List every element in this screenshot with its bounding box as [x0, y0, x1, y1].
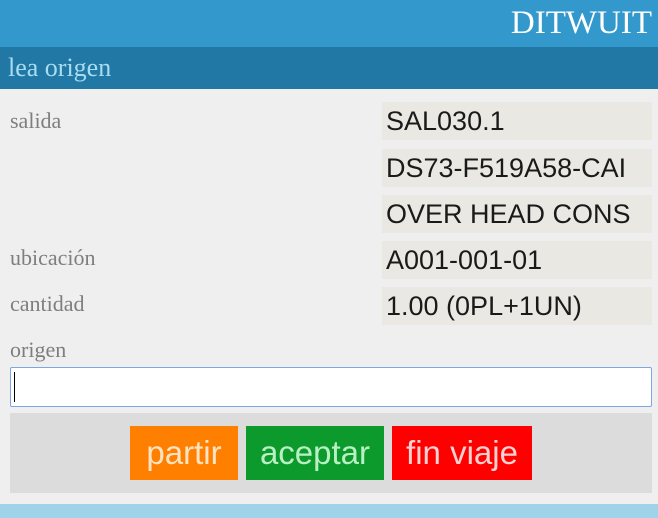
- salida-value-code-text: SAL030.1: [386, 106, 505, 136]
- salida-value-item: DS73-F519A58-CAI: [382, 149, 652, 187]
- ubicacion-value: A001-001-01: [382, 241, 652, 279]
- footer-bar: [0, 504, 658, 518]
- salida-label: salida: [10, 108, 62, 133]
- origen-label: origen: [10, 337, 67, 362]
- salida-value-code: SAL030.1: [382, 102, 652, 140]
- app-title: DITWUIT: [510, 5, 652, 41]
- aceptar-button[interactable]: aceptar: [246, 426, 384, 480]
- cantidad-value: 1.00 (0PL+1UN): [382, 287, 652, 325]
- cantidad-value-text: 1.00 (0PL+1UN): [386, 291, 582, 321]
- origen-input[interactable]: [10, 367, 652, 407]
- text-caret: [14, 372, 15, 402]
- salida-value-description-text: OVER HEAD CONS: [386, 199, 631, 229]
- salida-value-description: OVER HEAD CONS: [382, 195, 652, 233]
- page-subheader: lea origen: [0, 47, 658, 89]
- ubicacion-label: ubicación: [10, 245, 96, 270]
- cantidad-label: cantidad: [10, 291, 85, 316]
- page-title: lea origen: [8, 53, 112, 82]
- ubicacion-value-text: A001-001-01: [386, 245, 543, 275]
- app-header: DITWUIT: [0, 0, 658, 47]
- fin-viaje-button[interactable]: fin viaje: [392, 426, 532, 480]
- salida-value-item-text: DS73-F519A58-CAI: [386, 153, 627, 183]
- partir-button[interactable]: partir: [130, 426, 238, 480]
